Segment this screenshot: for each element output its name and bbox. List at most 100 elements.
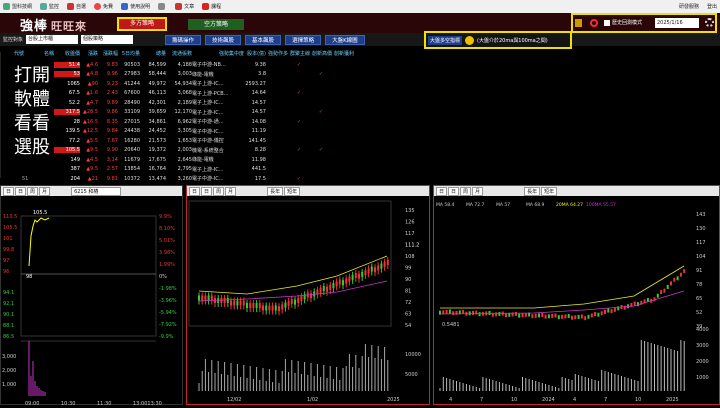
tool-button[interactable]: 日 (189, 186, 201, 196)
tool-button[interactable]: 日 (201, 186, 213, 196)
table-cell: 28 (73, 118, 80, 125)
table-cell: 20640 (124, 147, 140, 154)
table-row[interactable]: 53 ▲4.8 9.96 27983 58,444 3,003 綠能-電機 3.8 ✓ (0, 70, 420, 80)
tool-button[interactable]: 日 (3, 186, 15, 196)
column-header[interactable]: 漲跌 (80, 50, 98, 57)
service-link[interactable]: 研發服務 (679, 3, 699, 10)
table-row[interactable]: 149 ▲4.5 3.14 11679 17,675 2,645 綠能-電機 11.98 (0, 155, 420, 165)
table-row[interactable]: 139.5 ▲12.5 9.84 24438 24,452 3,305 電子中游-IC...… (0, 127, 420, 137)
tool-button[interactable]: 周 (460, 186, 472, 196)
gear-icon[interactable] (705, 18, 714, 27)
column-header[interactable]: 創新高價 (310, 50, 332, 57)
table-cell: ▲12.5 (83, 128, 98, 135)
tool-button[interactable]: 月 (39, 186, 51, 196)
plot-frame (188, 200, 392, 327)
column-header[interactable]: 創新獲利 (332, 50, 354, 57)
table-cell: 9.83 (106, 61, 118, 68)
column-header[interactable]: 強勢集中度 (192, 50, 244, 57)
app-icon (3, 3, 10, 10)
column-header[interactable]: 股本(億) (244, 50, 266, 57)
table-cell: 141.45 (248, 137, 267, 144)
table-row[interactable]: 77.2 ▲5.5 7.67 16280 21,573 1,653 電子中游-儀控 141.4… (0, 136, 420, 146)
tool-button[interactable]: 月 (472, 186, 484, 196)
headset-icon[interactable] (590, 19, 598, 27)
table-row[interactable]: 317.5 ▲28.5 9.86 33109 39,659 12,170 電子上游-IC..… (0, 108, 420, 118)
toolbar-item[interactable]: 文章 (175, 3, 194, 10)
tool-button[interactable]: 月 (225, 186, 237, 196)
table-row[interactable]: 67.5 ▲1.6 2.43 67600 46,113 3,068 電子上游-PCB... 1… (0, 89, 420, 99)
column-header[interactable]: 名稱 (24, 50, 54, 57)
table-cell: 54,934 (174, 80, 193, 87)
table-cell: 105.5 (54, 147, 80, 154)
check-cell: ✓ (318, 71, 324, 78)
table-cell: ▲1.6 (86, 90, 98, 97)
y-tick: 94.1 (3, 290, 14, 296)
table-cell: 27015 (124, 118, 140, 125)
table-row[interactable]: 105.5 ▲9.5 9.90 20640 19,372 2,003 機電-系統整合 8.28… (0, 146, 420, 156)
strategy-type-select[interactable]: 個股策略 (81, 35, 134, 44)
select-strategy-button[interactable]: 選擇策略 (285, 34, 322, 45)
index-kline-button[interactable]: 大盤K線圖 (325, 34, 365, 45)
candle (358, 273, 360, 279)
intraday-chart: 110.5 105.5 101 99.8 97 96 94.1 92.1 90.1 88.1 86.… (2, 210, 177, 407)
column-header[interactable]: 強勢作多 (266, 50, 288, 57)
row-count: 51 (22, 176, 29, 182)
table-cell: 16,764 (148, 166, 167, 173)
table-cell: 8.28 (254, 147, 266, 154)
toolbar-item[interactable]: 使用說明 (121, 3, 150, 10)
short-checkbox[interactable]: 短年 (284, 186, 301, 196)
y-tick: 72 (405, 300, 411, 306)
table-row[interactable]: 52.2 ▲4.7 9.89 28490 42,301 2,189 電子上游-IC... 14… (0, 98, 420, 108)
stock-code-select[interactable]: 6215 和椿 (71, 186, 122, 196)
toolbar-item[interactable]: 免費 (94, 3, 113, 10)
candle (554, 313, 557, 318)
logout-link[interactable]: 登出 (707, 3, 717, 10)
technical-stocks-button[interactable]: 技術飆股 (205, 34, 242, 45)
candle (478, 312, 481, 317)
notebook-icon[interactable] (575, 19, 582, 27)
tool-button[interactable]: 日 (448, 186, 460, 196)
tool-button[interactable]: 日 (15, 186, 27, 196)
table-cell: 204 (70, 175, 80, 182)
table-row[interactable]: 1065 ▲90 9.23 41244 49,972 54,934 電子上游-IC... 25… (0, 79, 420, 89)
date-picker[interactable]: 2025/1/16 (655, 18, 699, 28)
backtest-checkbox[interactable] (604, 20, 610, 26)
long-checkbox[interactable]: 長年 (267, 186, 284, 196)
table-cell: ▲21 (87, 175, 98, 182)
toolbar-item[interactable] (158, 3, 167, 10)
market-select[interactable]: 台股上市櫃 (26, 35, 79, 44)
table-cell: 17,675 (148, 156, 167, 163)
candle (367, 268, 370, 274)
column-header[interactable]: 漲跌幅 (98, 50, 118, 57)
long-checkbox[interactable]: 長年 (524, 186, 541, 196)
check-cell: ✓ (296, 147, 302, 154)
table-row[interactable]: 204 ▲21 9.81 10372 13,474 3,260 電子中游-IC... 17.5… (0, 174, 420, 184)
volume-label: 0.5481 (442, 322, 460, 328)
y-tick: 92.1 (3, 301, 14, 307)
tab-long-strategy[interactable]: 多方策略 (117, 17, 167, 31)
tool-button[interactable]: 周 (213, 186, 225, 196)
column-header[interactable]: 群聚主線 (288, 50, 310, 57)
y-tick: 90 (405, 277, 411, 283)
column-header[interactable]: 流通張數 (166, 50, 192, 57)
column-header[interactable]: 代號 (0, 50, 24, 57)
toolbar-item[interactable]: 監控 (40, 3, 59, 10)
tool-button[interactable]: 周 (27, 186, 39, 196)
fundamental-stocks-button[interactable]: 基本飆股 (245, 34, 282, 45)
toolbar-item[interactable]: 課程 (202, 3, 221, 10)
column-header[interactable]: 總量 (140, 50, 166, 57)
tab-short-strategy[interactable]: 空方策略 (188, 19, 244, 30)
toolbar-item[interactable]: 自選 (67, 3, 86, 10)
table-row[interactable]: 28 ▲16.5 8.35 27015 34,861 6,962 電子中游-通... 14.0… (0, 117, 420, 127)
short-checkbox[interactable]: 短年 (541, 186, 558, 196)
column-header[interactable]: 收盤價 (54, 50, 80, 57)
table-cell: 14.57 (251, 109, 266, 116)
table-row[interactable]: 387 ▲9.5 2.57 13854 16,764 2,795 電子上游-IC... 441… (0, 165, 420, 175)
column-header[interactable]: 5日均量 (118, 50, 140, 57)
candle (597, 312, 600, 317)
toolbar-item[interactable]: 盟科技網 (3, 3, 32, 10)
table-row[interactable]: 51.4 ▲4.6 9.83 90503 84,599 4,188 電子中游-NB... 9.… (0, 60, 420, 70)
candle (538, 313, 540, 318)
tool-button[interactable]: 日 (436, 186, 448, 196)
chip-operation-button[interactable]: 籌碼操作 (165, 34, 202, 45)
